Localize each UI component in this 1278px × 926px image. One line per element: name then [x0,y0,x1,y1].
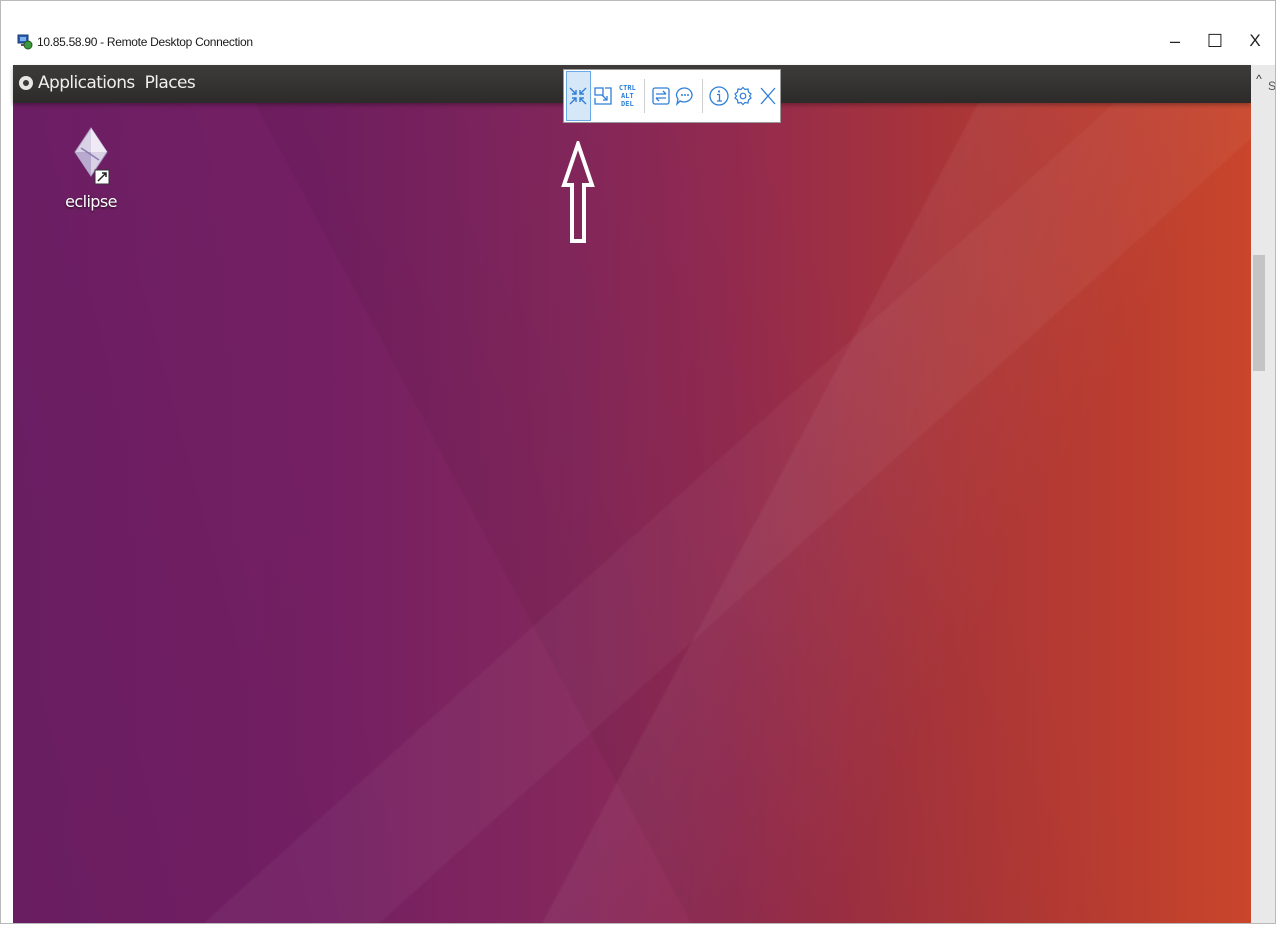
del-label: DEL [621,100,634,108]
side-letter: S [1268,79,1276,93]
ctrl-alt-del-icon: CTRL ALT DEL [619,84,636,108]
chat-button[interactable] [673,71,698,121]
window-title: 10.85.58.90 - Remote Desktop Connection [37,35,253,49]
minimize-button[interactable]: – [1155,25,1195,57]
top-bar-menu: Applications Places [19,73,205,93]
chat-icon [676,87,693,106]
remote-desktop-area[interactable] [13,65,1251,923]
eclipse-shortcut-icon [74,127,110,185]
restore-window-button[interactable] [591,71,616,121]
minimize-view-button[interactable] [566,71,591,121]
minimize-view-icon [569,87,587,105]
restore-window-icon [594,87,612,105]
title-bar[interactable]: 10.85.58.90 - Remote Desktop Connection … [1,1,1275,65]
scrollbar-thumb[interactable] [1253,255,1265,371]
switch-app-icon [652,87,670,105]
places-menu[interactable]: Places [145,73,196,93]
toolbar-separator [643,79,645,113]
maximize-button[interactable]: ☐ [1195,25,1235,57]
remote-desktop-app-icon [17,34,33,50]
gnome-foot-icon [19,76,33,90]
minimize-icon: – [1169,30,1180,51]
wallpaper-shard [13,65,1251,923]
close-button[interactable]: X [1235,25,1275,57]
applications-menu[interactable]: Applications [38,73,135,93]
switch-app-button[interactable] [649,71,674,121]
close-icon: X [1249,31,1261,50]
desktop-icon-label: eclipse [65,192,117,211]
window-controls: – ☐ X [1155,25,1275,57]
settings-icon [734,86,753,106]
close-toolbar-button[interactable] [755,71,780,121]
ctrl-label: CTRL [618,84,636,92]
ctrl-alt-del-button[interactable]: CTRL ALT DEL [615,71,640,121]
alt-label: ALT [621,92,634,100]
info-button[interactable] [706,71,731,121]
vertical-scrollbar[interactable]: ^ S [1251,65,1276,923]
info-icon [709,86,729,106]
settings-button[interactable] [731,71,756,121]
up-arrow-annotation-icon [561,141,595,243]
rdp-connection-bar: CTRL ALT DEL [563,69,781,123]
remote-desktop-window: 10.85.58.90 - Remote Desktop Connection … [0,0,1276,924]
toolbar-separator [701,79,703,113]
maximize-icon: ☐ [1206,30,1224,51]
scroll-up-icon[interactable]: ^ [1251,65,1267,93]
close-toolbar-icon [760,87,776,105]
desktop-shortcut-eclipse[interactable]: eclipse [56,126,126,211]
